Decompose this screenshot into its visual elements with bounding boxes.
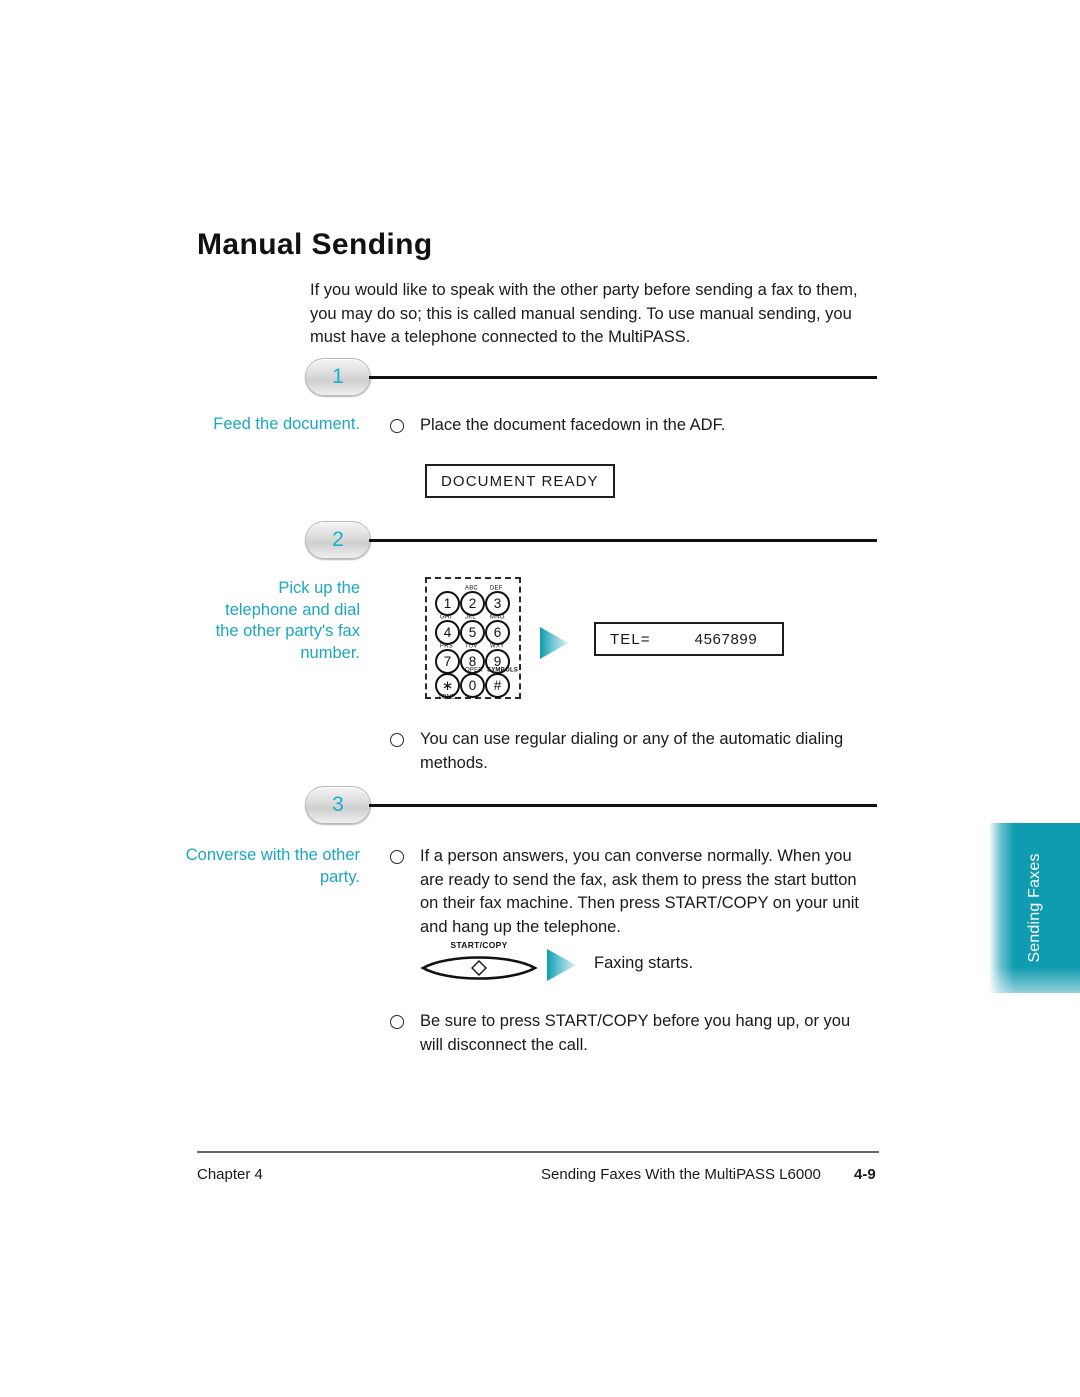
step-1-number: 1 [332,365,344,388]
intro-paragraph: If you would like to speak with the othe… [310,281,858,346]
step-1-line [369,376,877,379]
keypad-graphic: 1 ABC 2 DEF 3 GHI 4 JKL 5 MNO 6 PRS 7 TU… [425,577,521,701]
key-hash-sub-label: SYMBOLS [487,667,519,674]
key-hash-digit: # [493,678,502,693]
keypad-key-0[interactable]: 0 [460,673,485,698]
step-2-badge: 2 [305,521,371,559]
step-3-line [369,804,877,807]
step-1-badge: 1 [305,358,371,396]
bullet-circle-icon [390,733,404,747]
footer-title: Sending Faxes With the MultiPASS L6000 [541,1166,821,1183]
key-tone-sub-label: TONE [438,694,456,701]
step-3-bullet-1: If a person answers, you can converse no… [390,845,870,939]
step-3-bullet-1-text: If a person answers, you can converse no… [420,847,859,936]
start-copy-button-graphic[interactable]: START/COPY [420,940,538,985]
side-tab-sending-faxes: Sending Faxes [990,823,1080,993]
keypad-key-3[interactable]: 3 [485,591,510,616]
footer-chapter: Chapter 4 [197,1166,263,1183]
start-copy-label: START/COPY [450,940,508,950]
footer-rule [197,1151,879,1153]
lcd-document-ready: DOCUMENT READY [425,464,615,498]
key-7-digit: 7 [443,654,452,669]
side-tab-label: Sending Faxes [1026,853,1043,963]
step-2-number: 2 [332,528,344,551]
faxing-starts-text: Faxing starts. [594,954,694,972]
keypad-key-hash[interactable]: # [485,673,510,698]
key-1-digit: 1 [443,596,452,611]
step-3-badge: 3 [305,786,371,824]
document-page: Manual Sending If you would like to spea… [0,0,1080,1397]
keypad-key-1[interactable]: 1 [435,591,460,616]
step-3-number: 3 [332,793,344,816]
key-4-digit: 4 [443,625,452,640]
start-copy-lens-icon [420,956,538,980]
step-2-bullet-text: You can use regular dialing or any of th… [420,730,844,772]
keypad-key-6[interactable]: 6 [485,620,510,645]
step-1-rule: 1 [305,358,877,398]
lcd-tel-label: TEL= [610,630,651,648]
step-3-rule: 3 [305,786,877,826]
step-1-side-label: Feed the document. [213,415,360,433]
lcd-tel-value: 4567899 [694,630,758,648]
footer-page-number: 4-9 [854,1166,876,1183]
key-3-digit: 3 [493,596,502,611]
step-3-bullet-2-text: Be sure to press START/COPY before you h… [420,1012,851,1054]
lcd-tel-display: TEL= 4567899 [594,622,784,656]
keypad-key-4[interactable]: 4 [435,620,460,645]
step-3-bullet-2: Be sure to press START/COPY before you h… [390,1010,870,1057]
step-1-bullet-text: Place the document facedown in the ADF. [420,416,726,434]
keypad-key-2[interactable]: 2 [460,591,485,616]
keypad-key-7[interactable]: 7 [435,649,460,674]
step-2-bullet: You can use regular dialing or any of th… [390,728,880,775]
lcd-document-ready-text: DOCUMENT READY [441,472,599,490]
key-5-digit: 5 [468,625,477,640]
key-0-digit: 0 [468,678,477,693]
keypad-key-5[interactable]: 5 [460,620,485,645]
step-2-side-label: Pick up the telephone and dial the other… [215,579,360,662]
bullet-circle-icon [390,419,404,433]
keypad-grid: 1 ABC 2 DEF 3 GHI 4 JKL 5 MNO 6 PRS 7 TU… [427,579,519,701]
bullet-circle-icon [390,1015,404,1029]
step-3-side-label: Converse with the other party. [185,846,360,886]
key-2-digit: 2 [468,596,477,611]
step-2-rule: 2 [305,521,877,561]
key-6-digit: 6 [493,625,502,640]
bullet-circle-icon [390,850,404,864]
key-asterisk-digit: ∗ [441,678,454,693]
step-1-bullet: Place the document facedown in the ADF. [390,414,870,438]
step-2-line [369,539,877,542]
page-title: Manual Sending [197,228,433,261]
